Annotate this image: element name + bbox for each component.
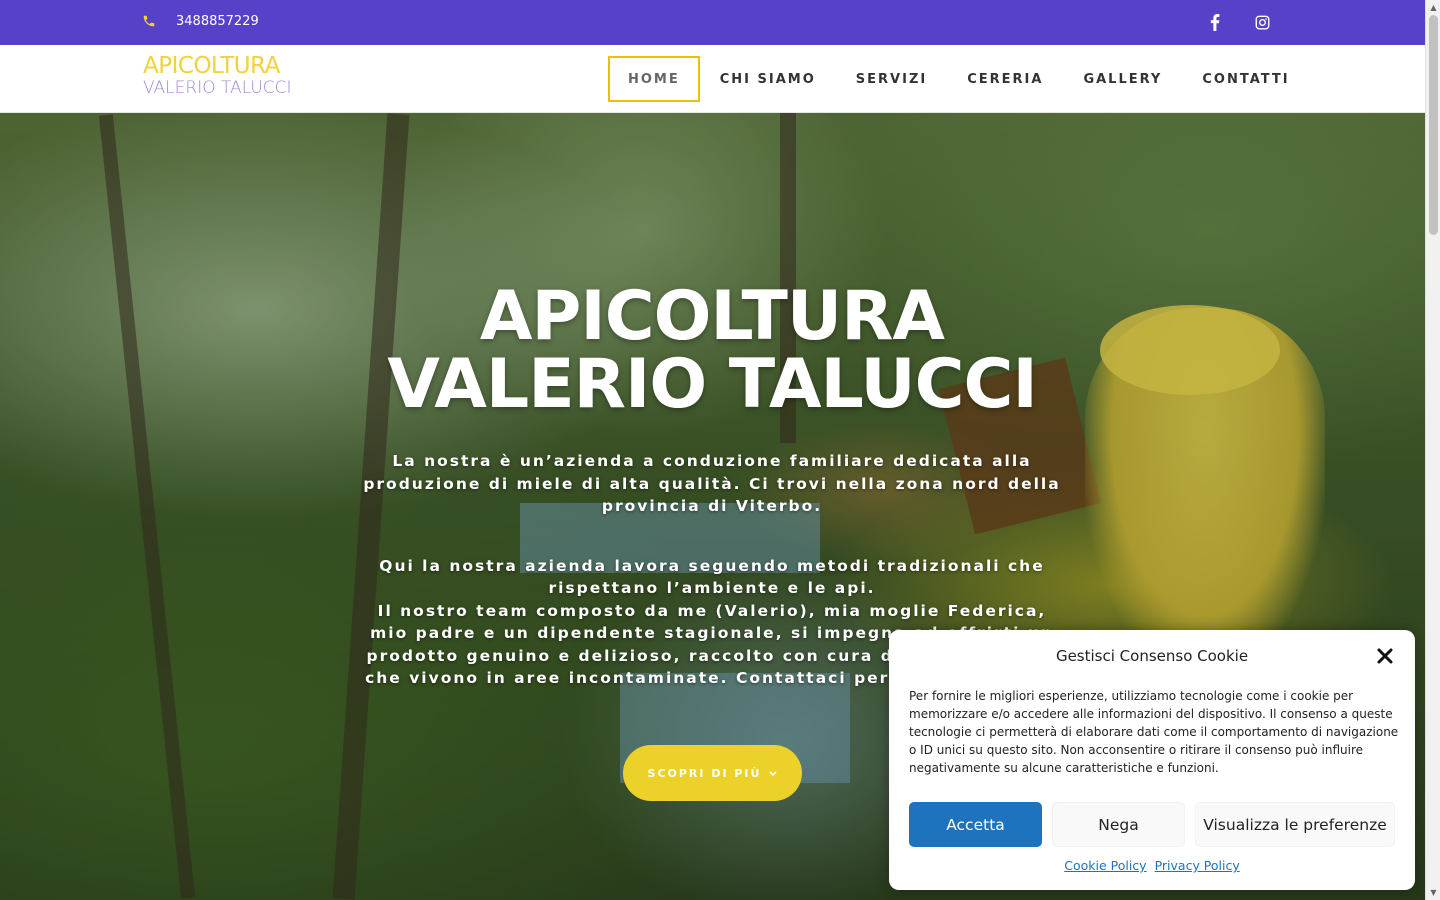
site-logo[interactable]: APICOLTURA VALERIO TALUCCI bbox=[143, 55, 292, 97]
nav-item-cereria[interactable]: CERERIA bbox=[947, 56, 1063, 102]
facebook-icon[interactable] bbox=[1205, 12, 1225, 32]
close-icon[interactable] bbox=[1375, 646, 1395, 666]
hero-title-line-2: VALERIO TALUCCI bbox=[387, 345, 1038, 424]
phone-contact[interactable]: 3488857229 bbox=[142, 13, 259, 29]
cookie-dialog-title: Gestisci Consenso Cookie bbox=[1055, 647, 1249, 665]
discover-more-button[interactable]: SCOPRI DI PIÙ bbox=[623, 745, 802, 801]
main-nav: HOME CHI SIAMO SERVIZI CERERIA GALLERY C… bbox=[608, 56, 1310, 102]
deny-button[interactable]: Nega bbox=[1052, 802, 1185, 847]
scroll-up-arrow-icon[interactable]: ▲ bbox=[1429, 3, 1438, 12]
social-links bbox=[1205, 12, 1272, 32]
cookie-buttons: Accetta Nega Visualizza le preferenze bbox=[909, 802, 1395, 847]
accept-button[interactable]: Accetta bbox=[909, 802, 1042, 847]
view-preferences-button[interactable]: Visualizza le preferenze bbox=[1195, 802, 1395, 847]
hero-title: APICOLTURA VALERIO TALUCCI bbox=[362, 283, 1062, 419]
discover-more-label: SCOPRI DI PIÙ bbox=[647, 766, 762, 780]
cookie-dialog-body: Per fornire le migliori esperienze, util… bbox=[909, 689, 1399, 775]
nav-item-chi-siamo[interactable]: CHI SIAMO bbox=[700, 56, 836, 102]
logo-line-1: APICOLTURA bbox=[143, 53, 280, 79]
phone-number: 3488857229 bbox=[176, 13, 259, 29]
site-header: APICOLTURA VALERIO TALUCCI HOME CHI SIAM… bbox=[0, 45, 1425, 113]
instagram-icon[interactable] bbox=[1252, 12, 1272, 32]
nav-item-contatti[interactable]: CONTATTI bbox=[1182, 56, 1309, 102]
hero-paragraph-2: Qui la nostra azienda lavora seguendo me… bbox=[379, 556, 1045, 598]
chevron-down-icon bbox=[769, 767, 778, 780]
page-scrollbar[interactable]: ▲ ▼ bbox=[1425, 0, 1440, 900]
privacy-policy-link[interactable]: Privacy Policy bbox=[1155, 858, 1240, 873]
hero-paragraph-1: La nostra è un’azienda a conduzione fami… bbox=[363, 452, 1061, 515]
scroll-down-arrow-icon[interactable]: ▼ bbox=[1429, 888, 1438, 897]
scrollbar-thumb[interactable] bbox=[1429, 15, 1438, 235]
logo-line-2: VALERIO TALUCCI bbox=[143, 78, 292, 98]
phone-icon bbox=[142, 13, 158, 29]
cookie-consent-dialog: Gestisci Consenso Cookie Per fornire le … bbox=[889, 630, 1415, 890]
nav-item-home[interactable]: HOME bbox=[608, 56, 700, 102]
top-bar: 3488857229 bbox=[0, 0, 1425, 45]
cookie-policy-link[interactable]: Cookie Policy bbox=[1064, 858, 1146, 873]
nav-item-servizi[interactable]: SERVIZI bbox=[836, 56, 947, 102]
nav-item-gallery[interactable]: GALLERY bbox=[1063, 56, 1182, 102]
cookie-links: Cookie Policy Privacy Policy bbox=[889, 858, 1415, 873]
